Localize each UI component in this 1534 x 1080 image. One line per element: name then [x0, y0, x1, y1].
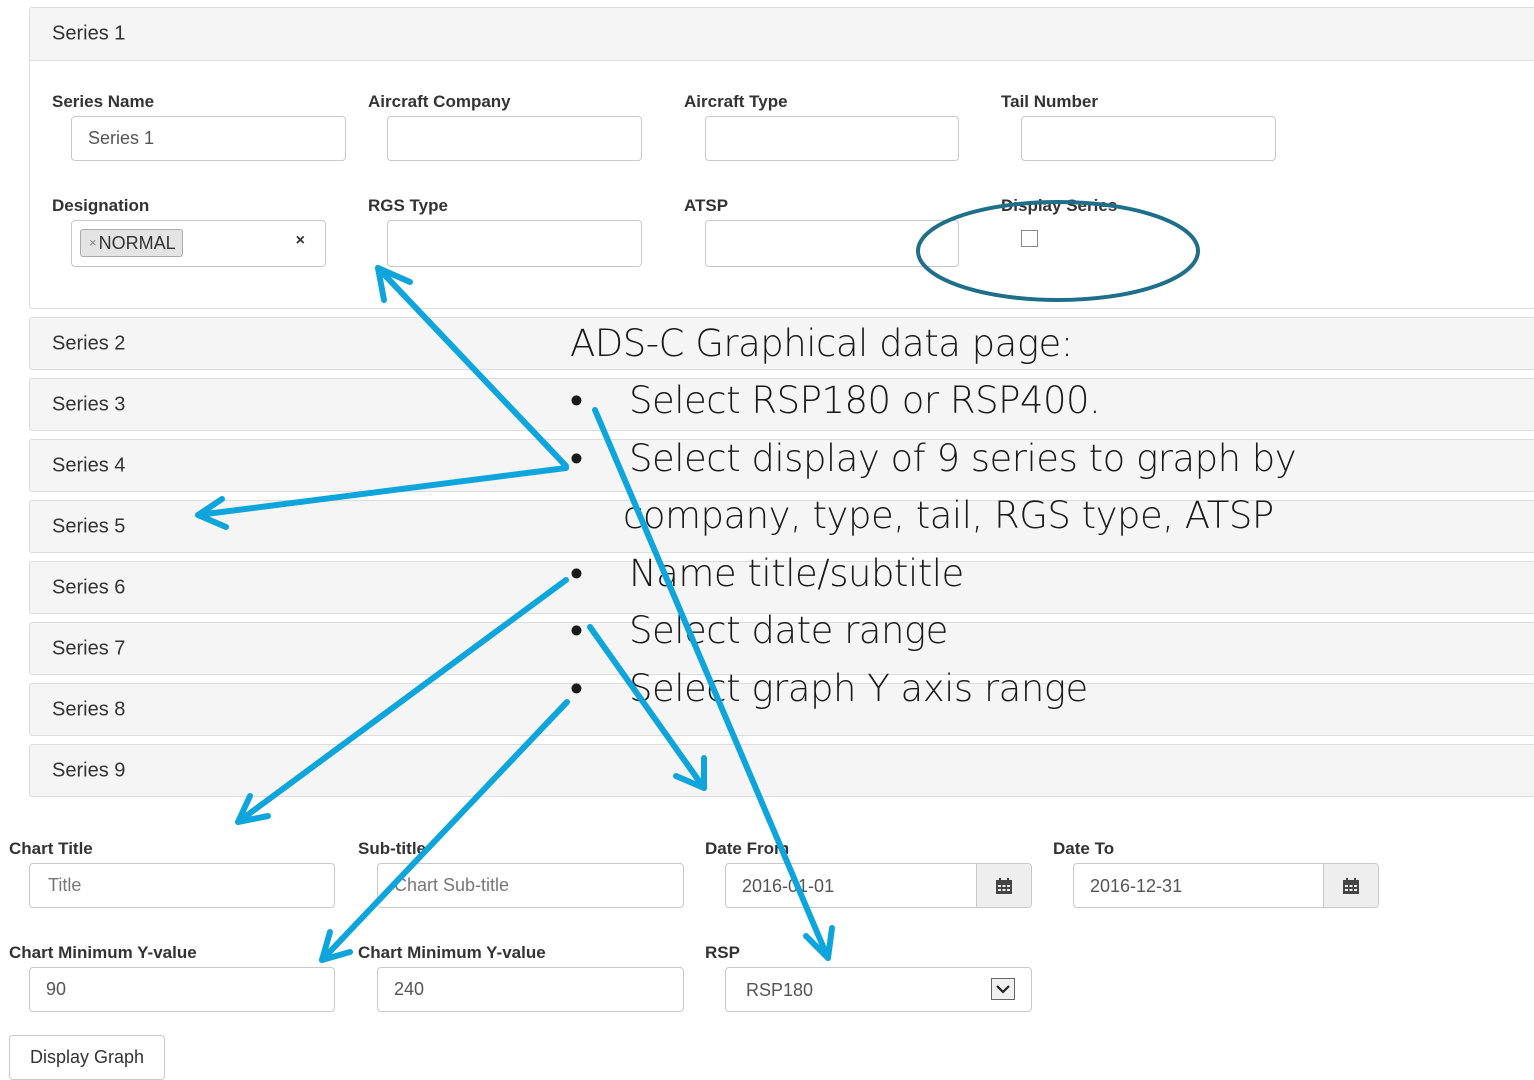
arrowhead	[319, 929, 353, 963]
series-8-title: Series 8	[52, 698, 126, 720]
calendar-icon	[1343, 877, 1359, 894]
subtitle-input[interactable]	[377, 863, 684, 908]
annotation-text: Name title/subtitle	[629, 551, 964, 595]
annotation-item: • Name title/subtitle	[570, 545, 1296, 603]
chart-title-label: Chart Title	[9, 839, 93, 858]
min-y-label: Chart Minimum Y-value	[9, 943, 197, 962]
tail-number-label: Tail Number	[1001, 92, 1098, 111]
designation-tag: × NORMAL	[80, 229, 183, 257]
series-3-title: Series 3	[52, 393, 126, 415]
bullet: •	[570, 379, 583, 422]
max-y-input[interactable]	[377, 967, 684, 1012]
designation-select[interactable]: × NORMAL ×	[71, 220, 326, 267]
bullet: •	[570, 551, 583, 595]
date-to-label: Date To	[1053, 839, 1115, 858]
bullet: •	[570, 609, 583, 652]
clear-selection-icon[interactable]: ×	[296, 232, 305, 250]
date-to-field[interactable]: 2016-12-31	[1073, 863, 1379, 908]
date-to-calendar-button[interactable]	[1323, 864, 1378, 907]
rsp-value: RSP180	[746, 980, 814, 1000]
date-from-calendar-button[interactable]	[976, 864, 1031, 907]
designation-tag-label: NORMAL	[98, 233, 176, 253]
annotation-text: Select date range	[629, 609, 948, 652]
chevron-down-icon[interactable]	[991, 978, 1015, 1000]
series-5-title: Series 5	[52, 515, 126, 537]
date-to-value: 2016-12-31	[1090, 876, 1183, 896]
aircraft-company-label: Aircraft Company	[368, 92, 511, 111]
annotation-text: Select graph Y axis range	[629, 666, 1088, 710]
atsp-input[interactable]	[705, 220, 959, 267]
aircraft-type-label: Aircraft Type	[684, 92, 788, 111]
arrowhead	[803, 925, 835, 961]
arrowhead	[235, 793, 271, 825]
series-7-title: Series 7	[52, 637, 126, 659]
series-2-title: Series 2	[52, 332, 126, 354]
max-y-label: Chart Minimum Y-value	[358, 943, 546, 962]
bullet: •	[570, 666, 583, 710]
annotation-item: • Select display of 9 series to graph by c…	[570, 430, 1297, 545]
date-from-value: 2016-01-01	[742, 876, 835, 896]
designation-label: Designation	[52, 196, 150, 215]
arrow-to-y-range	[319, 699, 570, 963]
annotation-item: • Select RSP180 or RSP400.	[570, 372, 1296, 430]
calendar-icon	[996, 877, 1012, 894]
rgs-type-input[interactable]	[387, 220, 642, 267]
chart-title-input[interactable]	[29, 863, 335, 908]
display-graph-button[interactable]: Display Graph	[9, 1035, 165, 1080]
rsp-label: RSP	[705, 943, 740, 962]
atsp-label: ATSP	[684, 196, 729, 215]
tag-remove-icon[interactable]: ×	[89, 230, 97, 256]
bullet: •	[570, 436, 583, 480]
series-4-title: Series 4	[52, 454, 126, 476]
series-name-label: Series Name	[52, 92, 155, 111]
aircraft-type-input[interactable]	[705, 116, 959, 161]
min-y-input[interactable]	[29, 967, 335, 1012]
date-from-label: Date From	[705, 839, 790, 858]
tail-number-input[interactable]	[1021, 116, 1276, 161]
annotation-text: Select RSP180 or RSP400.	[629, 379, 1101, 422]
subtitle-label: Sub-title	[358, 839, 426, 858]
series-name-input[interactable]	[71, 116, 346, 161]
annotation-list: • Select RSP180 or RSP400. • Select displa…	[570, 372, 1297, 718]
display-series-checkbox[interactable]	[1021, 230, 1038, 247]
series-6-title: Series 6	[52, 576, 126, 598]
series-9-panel[interactable]: Series 9	[29, 744, 1534, 797]
aircraft-company-input[interactable]	[387, 116, 642, 161]
rsp-select[interactable]: RSP180	[725, 967, 1032, 1012]
annotation-box: ADS-C Graphical data page: • Select RSP18…	[570, 315, 1297, 718]
series-1-title: Series 1	[52, 22, 126, 45]
series-1-heading[interactable]: Series 1	[30, 8, 1534, 61]
rgs-type-label: RGS Type	[368, 196, 448, 215]
series-9-title: Series 9	[52, 759, 126, 781]
date-from-field[interactable]: 2016-01-01	[725, 863, 1032, 908]
annotation-item: • Select date range	[570, 602, 1296, 660]
annotation-heading: ADS-C Graphical data page:	[570, 322, 1073, 365]
display-series-label: Display Series	[1001, 196, 1118, 215]
annotation-continuation: company, type, tail, RGS type, ATSP	[623, 494, 1274, 537]
annotation-text: Select display of 9 series to graph by	[629, 436, 1297, 480]
annotation-item: • Select graph Y axis range	[570, 660, 1296, 718]
